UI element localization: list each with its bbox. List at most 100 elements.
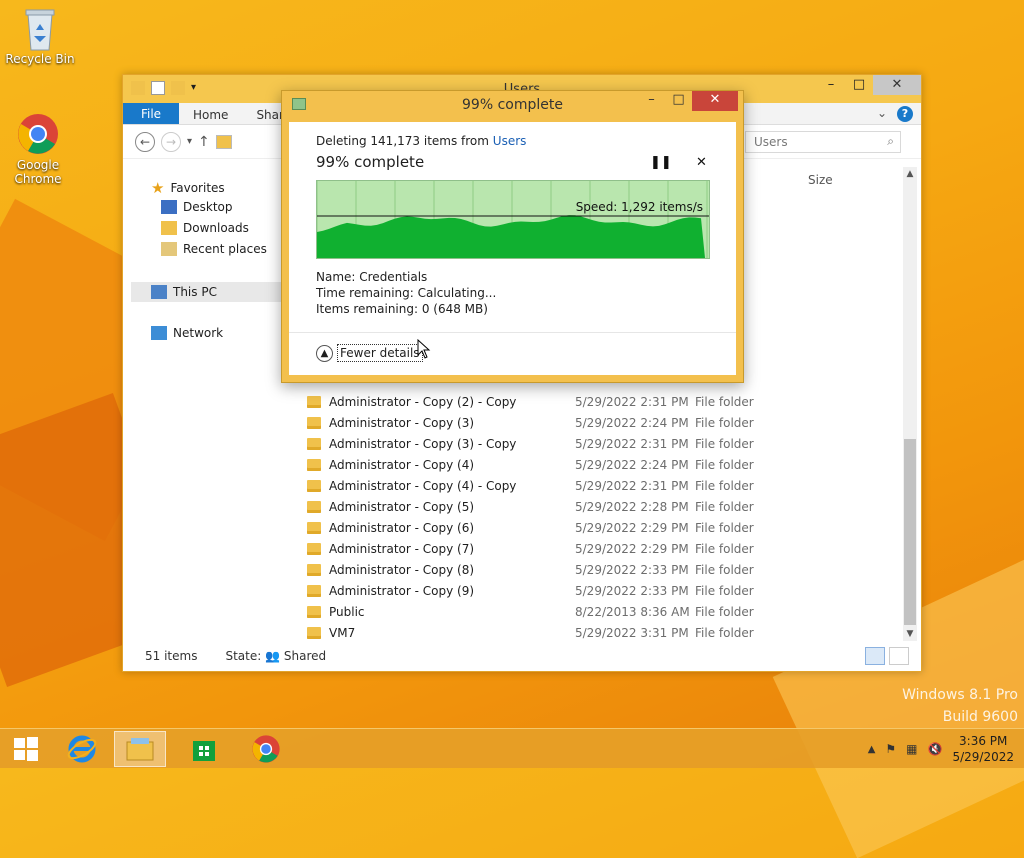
delete-progress-dialog[interactable]: 99% complete – □ ✕ Deleting 141,173 item… bbox=[281, 90, 744, 383]
table-row[interactable]: Administrator - Copy (8) 5/29/2022 2:33 P… bbox=[307, 559, 927, 580]
downloads-folder-icon bbox=[161, 221, 177, 235]
cancel-button[interactable]: ✕ bbox=[696, 155, 707, 170]
close-button[interactable]: ✕ bbox=[873, 75, 921, 95]
help-icon[interactable]: ? bbox=[897, 106, 913, 122]
desktop-icon-recycle-bin[interactable]: Recycle Bin bbox=[2, 6, 78, 66]
nav-recent-places[interactable]: Recent places bbox=[161, 242, 267, 256]
column-header-size[interactable]: Size bbox=[808, 173, 833, 187]
recent-locations-icon[interactable]: ▾ bbox=[187, 136, 192, 147]
nav-desktop[interactable]: Desktop bbox=[161, 200, 233, 214]
action-center-flag-icon[interactable]: ⚑ bbox=[885, 742, 896, 756]
items-remaining: Items remaining: 0 (648 MB) bbox=[316, 302, 488, 316]
start-button[interactable] bbox=[0, 731, 52, 767]
table-row[interactable]: Public 8/22/2013 8:36 AM File folder bbox=[307, 601, 927, 622]
taskbar-file-explorer[interactable] bbox=[114, 731, 166, 767]
time-remaining: Time remaining: Calculating... bbox=[316, 286, 497, 300]
table-row[interactable]: Administrator - Copy (3) 5/29/2022 2:24 P… bbox=[307, 412, 927, 433]
deleting-text: Deleting 141,173 items from bbox=[316, 134, 489, 148]
network-status-icon[interactable]: ▦ bbox=[906, 742, 917, 756]
scroll-down-icon[interactable]: ▼ bbox=[903, 629, 917, 639]
folder-icon bbox=[307, 437, 321, 450]
volume-muted-icon[interactable]: 🔇 bbox=[928, 742, 943, 756]
nav-favorites[interactable]: ★ Favorites bbox=[151, 179, 225, 197]
file-name: Administrator - Copy (8) bbox=[329, 562, 475, 577]
up-arrow-icon[interactable]: ↑ bbox=[198, 134, 210, 150]
shared-users-icon: 👥 bbox=[265, 649, 281, 663]
file-type: File folder bbox=[695, 520, 754, 535]
table-row[interactable]: Administrator - Copy (5) 5/29/2022 2:28 P… bbox=[307, 496, 927, 517]
nav-this-pc[interactable]: This PC bbox=[131, 282, 281, 302]
show-hidden-icons-icon[interactable]: ▲ bbox=[868, 744, 876, 755]
nav-label: Desktop bbox=[183, 200, 233, 214]
state-value: Shared bbox=[283, 649, 327, 663]
scroll-up-icon[interactable]: ▲ bbox=[903, 169, 917, 179]
nav-network[interactable]: Network bbox=[151, 326, 223, 340]
file-type: File folder bbox=[695, 415, 754, 430]
nav-downloads[interactable]: Downloads bbox=[161, 221, 249, 235]
windows-logo-icon bbox=[14, 737, 38, 761]
date-modified: 5/29/2022 2:29 PM bbox=[575, 541, 689, 556]
speed-graph: Speed: 1,292 items/s bbox=[316, 180, 710, 259]
pause-button[interactable]: ❚❚ bbox=[650, 155, 672, 170]
file-type: File folder bbox=[695, 541, 754, 556]
file-type: File folder bbox=[695, 478, 754, 493]
maximize-button[interactable]: □ bbox=[845, 75, 873, 95]
table-row[interactable]: Administrator - Copy (6) 5/29/2022 2:29 P… bbox=[307, 517, 927, 538]
file-type: File folder bbox=[695, 394, 754, 409]
folder-icon bbox=[215, 134, 232, 149]
tab-file[interactable]: File bbox=[123, 103, 179, 124]
minimize-button[interactable]: – bbox=[817, 75, 845, 95]
taskbar-internet-explorer[interactable] bbox=[56, 731, 108, 767]
taskbar-store[interactable] bbox=[178, 731, 230, 767]
table-row[interactable]: Administrator - Copy (9) 5/29/2022 2:33 P… bbox=[307, 580, 927, 601]
table-row[interactable]: Administrator - Copy (4) 5/29/2022 2:24 P… bbox=[307, 454, 927, 475]
forward-button[interactable]: → bbox=[161, 131, 181, 152]
table-row[interactable]: Administrator - Copy (2) - Copy 5/29/2022… bbox=[307, 391, 927, 412]
table-row[interactable]: VM7 5/29/2022 3:31 PM File folder bbox=[307, 622, 927, 643]
date-modified: 8/22/2013 8:36 AM bbox=[575, 604, 690, 619]
tab-home[interactable]: Home bbox=[179, 103, 242, 124]
table-row[interactable]: Administrator - Copy (7) 5/29/2022 2:29 P… bbox=[307, 538, 927, 559]
clock[interactable]: 3:36 PM 5/29/2022 bbox=[952, 733, 1014, 765]
state-label: State: bbox=[225, 649, 262, 663]
details-view-button[interactable] bbox=[865, 647, 885, 665]
folder-icon bbox=[307, 521, 321, 534]
source-folder-link[interactable]: Users bbox=[493, 134, 527, 148]
large-icons-view-button[interactable] bbox=[889, 647, 909, 665]
maximize-button[interactable]: □ bbox=[665, 91, 692, 111]
file-explorer-icon bbox=[126, 738, 154, 761]
chevron-down-icon[interactable]: ⌄ bbox=[877, 106, 887, 122]
progress-percent: 99% complete bbox=[316, 153, 425, 171]
build-watermark: Build 9600 bbox=[942, 709, 1018, 725]
folder-icon bbox=[307, 626, 321, 639]
system-tray: ▲ ⚑ ▦ 🔇 3:36 PM 5/29/2022 bbox=[868, 733, 1014, 765]
dialog-body: Deleting 141,173 items from Users 99% co… bbox=[289, 122, 736, 375]
date-modified: 5/29/2022 2:24 PM bbox=[575, 415, 689, 430]
fewer-details-button[interactable]: ▲ Fewer details bbox=[316, 344, 423, 362]
scrollbar-thumb[interactable] bbox=[904, 439, 916, 625]
clock-date: 5/29/2022 bbox=[952, 750, 1014, 764]
search-input[interactable]: Users ⌕ bbox=[745, 131, 901, 153]
deleting-summary: Deleting 141,173 items from Users bbox=[316, 134, 526, 148]
nav-label: Favorites bbox=[170, 181, 225, 195]
folder-icon bbox=[307, 584, 321, 597]
taskbar-google-chrome[interactable] bbox=[240, 731, 292, 767]
fewer-details-label: Fewer details bbox=[337, 344, 423, 362]
desktop-icon-google-chrome[interactable]: Google Chrome bbox=[0, 112, 76, 186]
date-modified: 5/29/2022 2:33 PM bbox=[575, 583, 689, 598]
dialog-titlebar[interactable]: 99% complete – □ ✕ bbox=[282, 91, 743, 119]
vertical-scrollbar[interactable]: ▲ ▼ bbox=[903, 167, 917, 641]
speed-graph-chart bbox=[316, 181, 709, 258]
nav-label: Downloads bbox=[183, 221, 249, 235]
graph-area bbox=[317, 215, 705, 258]
close-button[interactable]: ✕ bbox=[692, 91, 738, 111]
store-icon bbox=[193, 741, 215, 761]
back-button[interactable]: ← bbox=[135, 131, 155, 152]
table-row[interactable]: Administrator - Copy (4) - Copy 5/29/2022… bbox=[307, 475, 927, 496]
minimize-button[interactable]: – bbox=[638, 91, 665, 111]
recycle-bin-icon bbox=[18, 6, 62, 51]
table-row[interactable]: Administrator - Copy (3) - Copy 5/29/2022… bbox=[307, 433, 927, 454]
current-item-name: Name: Credentials bbox=[316, 270, 428, 284]
search-icon[interactable]: ⌕ bbox=[887, 134, 894, 149]
date-modified: 5/29/2022 2:24 PM bbox=[575, 457, 689, 472]
